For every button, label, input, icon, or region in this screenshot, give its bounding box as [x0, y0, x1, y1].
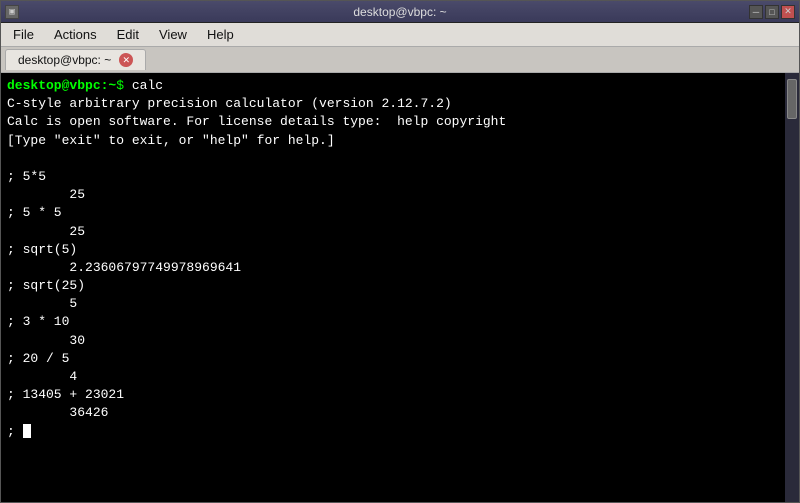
- tab-terminal[interactable]: desktop@vbpc: ~ ✕: [5, 49, 146, 70]
- prompt-user: desktop@vbpc:: [7, 78, 108, 93]
- tab-close-button[interactable]: ✕: [119, 53, 133, 67]
- terminal-line-prompt: desktop@vbpc:~$ calc: [7, 77, 779, 95]
- tab-bar: desktop@vbpc: ~ ✕: [1, 47, 799, 73]
- menu-bar: File Actions Edit View Help: [1, 23, 799, 47]
- title-bar: ▣ desktop@vbpc: ~ ─ □ ✕: [1, 1, 799, 23]
- menu-file[interactable]: File: [5, 25, 42, 44]
- terminal-line-3: [Type "exit" to exit, or "help" for help…: [7, 132, 779, 150]
- terminal-container: desktop@vbpc:~$ calc C-style arbitrary p…: [1, 73, 799, 502]
- menu-help[interactable]: Help: [199, 25, 242, 44]
- terminal-line-15: 4: [7, 368, 779, 386]
- terminal-line-4: ; 5*5: [7, 168, 779, 186]
- title-bar-left: ▣: [5, 5, 19, 19]
- terminal-line-6: ; 5 * 5: [7, 204, 779, 222]
- minimize-button[interactable]: ─: [749, 5, 763, 19]
- tab-label: desktop@vbpc: ~: [18, 53, 111, 67]
- scrollbar-thumb[interactable]: [787, 79, 797, 119]
- terminal-line-8: ; sqrt(5): [7, 241, 779, 259]
- menu-edit[interactable]: Edit: [109, 25, 147, 44]
- terminal-line-13: 30: [7, 332, 779, 350]
- window-icon: ▣: [5, 5, 19, 19]
- terminal-line-12: ; 3 * 10: [7, 313, 779, 331]
- terminal-line-1: C-style arbitrary precision calculator (…: [7, 95, 779, 113]
- close-button[interactable]: ✕: [781, 5, 795, 19]
- terminal-window: ▣ desktop@vbpc: ~ ─ □ ✕ File Actions Edi…: [0, 0, 800, 503]
- prompt-cmd: calc: [124, 78, 163, 93]
- terminal-line-7: 25: [7, 223, 779, 241]
- scrollbar[interactable]: [785, 73, 799, 502]
- window-title: desktop@vbpc: ~: [353, 5, 446, 19]
- terminal-output[interactable]: desktop@vbpc:~$ calc C-style arbitrary p…: [1, 73, 785, 502]
- terminal-line-9: 2.23606797749978969641: [7, 259, 779, 277]
- terminal-line-16: ; 13405 + 23021: [7, 386, 779, 404]
- terminal-line-17: 36426: [7, 404, 779, 422]
- terminal-line-11: 5: [7, 295, 779, 313]
- terminal-line-10: ; sqrt(25): [7, 277, 779, 295]
- prompt-symbol: $: [116, 78, 124, 93]
- window-controls: ─ □ ✕: [749, 5, 795, 19]
- terminal-line-cursor: ;: [7, 423, 779, 441]
- menu-view[interactable]: View: [151, 25, 195, 44]
- terminal-line-14: ; 20 / 5: [7, 350, 779, 368]
- cursor-block: [23, 424, 31, 438]
- maximize-button[interactable]: □: [765, 5, 779, 19]
- terminal-line-5: 25: [7, 186, 779, 204]
- menu-actions[interactable]: Actions: [46, 25, 105, 44]
- terminal-line-2: Calc is open software. For license detai…: [7, 113, 779, 131]
- terminal-line-blank: [7, 150, 779, 168]
